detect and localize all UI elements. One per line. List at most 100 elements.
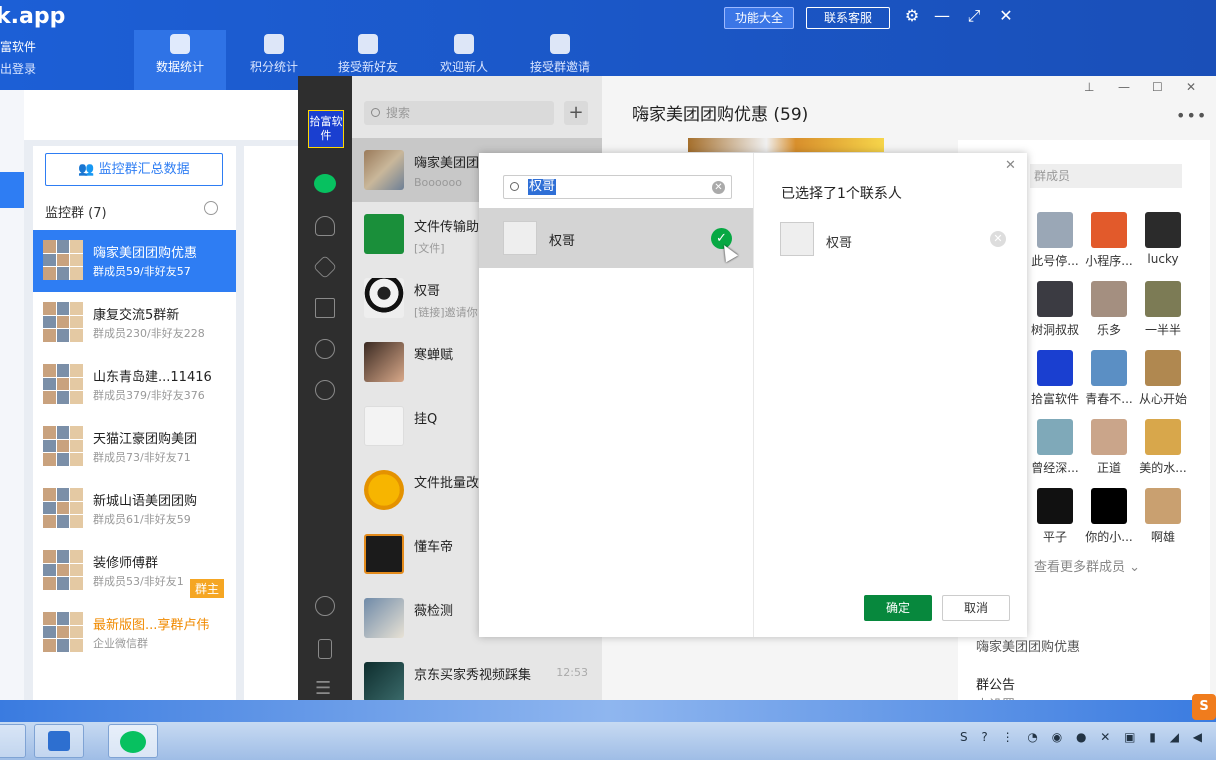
chat-avatar: [364, 662, 404, 702]
folder-icon[interactable]: [315, 298, 335, 318]
member-item[interactable]: 青春不...: [1084, 350, 1134, 407]
member-item[interactable]: 平子: [1030, 488, 1080, 545]
sogou-icon[interactable]: S: [1192, 694, 1216, 720]
member-avatar: [1145, 419, 1181, 455]
group-avatar: [43, 488, 83, 528]
member-item[interactable]: 正道: [1084, 419, 1134, 476]
logout-link[interactable]: 出登录: [0, 60, 36, 77]
mail-icon: [550, 34, 570, 54]
close-icon[interactable]: ✕: [1186, 80, 1196, 94]
cancel-button[interactable]: 取消: [942, 595, 1010, 621]
desktop-background: [0, 700, 1216, 722]
group-avatar: [43, 426, 83, 466]
monitor-group-item[interactable]: 嗨家美团团购优惠 群成员59/非好友57: [33, 230, 236, 292]
member-item[interactable]: 树洞叔叔: [1030, 281, 1080, 338]
content-panel: [244, 146, 300, 700]
contacts-icon[interactable]: [315, 216, 335, 236]
minimize-icon[interactable]: —: [1118, 80, 1130, 94]
more-members-link[interactable]: 查看更多群成员 ⌄: [1034, 556, 1140, 575]
member-item[interactable]: 从心开始: [1138, 350, 1188, 407]
group-avatar: [43, 364, 83, 404]
member-avatar: [1037, 350, 1073, 386]
member-avatar: [1145, 281, 1181, 317]
chat-avatar: [364, 278, 404, 318]
chat-search-input[interactable]: 搜索: [364, 101, 554, 125]
group-avatar: [43, 240, 83, 280]
summary-data-button[interactable]: 👥 监控群汇总数据: [45, 153, 223, 186]
owner-badge: 群主: [190, 579, 225, 598]
close-icon[interactable]: ✕: [1005, 158, 1016, 173]
member-item[interactable]: 曾经深...: [1030, 419, 1080, 476]
monitor-group-item[interactable]: 康复交流5群新 群成员230/非好友228: [33, 292, 236, 354]
confirm-button[interactable]: 确定: [864, 595, 932, 621]
maximize-icon[interactable]: ☐: [1152, 80, 1163, 94]
search-icon: [371, 108, 380, 117]
chat-avatar: [364, 150, 404, 190]
search-icon[interactable]: [204, 201, 218, 215]
chat-avatar: [364, 534, 404, 574]
member-avatar: [1145, 488, 1181, 524]
side-strip-active[interactable]: [0, 172, 24, 208]
remove-icon[interactable]: ✕: [990, 231, 1006, 247]
chat-avatar: [364, 342, 404, 382]
close-icon[interactable]: ✕: [996, 6, 1016, 25]
member-item[interactable]: 拾富软件: [1030, 350, 1080, 407]
heart-icon: [454, 34, 474, 54]
group-avatar: [43, 612, 83, 652]
member-avatar: [1145, 212, 1181, 248]
wechat-user-avatar[interactable]: 拾富软件: [308, 110, 344, 148]
add-icon[interactable]: +: [564, 101, 588, 125]
member-item[interactable]: 啊雄: [1138, 488, 1188, 545]
maximize-icon[interactable]: ⤢: [964, 6, 984, 26]
member-avatar: [1037, 281, 1073, 317]
menu-icon[interactable]: ☰: [315, 678, 331, 699]
monitor-group-item[interactable]: 山东青岛建...11416 群成员379/非好友376: [33, 354, 236, 416]
toolbar-area: [0, 90, 300, 140]
phone-icon[interactable]: [318, 639, 332, 659]
app-logo: k.app: [0, 4, 66, 29]
moments-icon[interactable]: [315, 339, 335, 359]
member-search-input[interactable]: 群成员: [1030, 164, 1182, 188]
search-result-item[interactable]: 权哥 ✓: [479, 208, 753, 268]
pin-icon[interactable]: ⊥: [1084, 80, 1094, 94]
functions-button[interactable]: 功能大全: [724, 7, 794, 29]
member-item[interactable]: 小程序...: [1084, 212, 1134, 269]
monitor-group-item[interactable]: 新城山语美团团购 群成员61/非好友59: [33, 478, 236, 540]
more-icon[interactable]: •••: [1176, 106, 1207, 125]
contact-search-input[interactable]: 权哥 ✕: [503, 175, 732, 199]
taskbar-wechat-button[interactable]: [108, 724, 158, 758]
member-item[interactable]: lucky: [1138, 212, 1188, 266]
aperture-icon[interactable]: [315, 380, 335, 400]
settings-icon[interactable]: ⚙: [902, 6, 922, 25]
member-avatar: [1091, 488, 1127, 524]
member-avatar: [1037, 488, 1073, 524]
system-tray[interactable]: S ? ⋮ ◔ ◉ ● ✕ ▣ ▮ ◢ ◀: [960, 730, 1207, 744]
group-avatar: [43, 550, 83, 590]
member-item[interactable]: 此号停...: [1030, 212, 1080, 269]
taskbar-tool-button[interactable]: [34, 724, 84, 758]
member-item[interactable]: 你的小...: [1084, 488, 1134, 545]
contact-service-button[interactable]: 联系客服: [806, 7, 890, 29]
minimize-icon[interactable]: —: [932, 6, 952, 25]
monitor-title: 监控群 (7): [45, 206, 107, 221]
nav-data-stats[interactable]: 数据统计: [134, 30, 226, 90]
group-avatar: [43, 302, 83, 342]
notice-title: 群公告: [976, 678, 1016, 693]
member-item[interactable]: 乐多: [1084, 281, 1134, 338]
chat-avatar: [364, 598, 404, 638]
miniprogram-icon[interactable]: [315, 596, 335, 616]
clear-icon[interactable]: ✕: [712, 181, 725, 194]
member-item[interactable]: 一半半: [1138, 281, 1188, 338]
group-name-value[interactable]: 嗨家美团团购优惠: [976, 636, 1080, 655]
chat-avatar: [364, 406, 404, 446]
wechat-icon: [120, 731, 146, 753]
member-item[interactable]: 美的水...: [1138, 419, 1188, 476]
shared-image[interactable]: [688, 138, 884, 152]
wrench-icon: [48, 731, 70, 751]
database-icon: [264, 34, 284, 54]
monitor-group-item[interactable]: 最新版图...享群卢伟 企业微信群: [33, 602, 236, 664]
chat-icon[interactable]: [314, 174, 336, 193]
member-avatar: [1145, 350, 1181, 386]
monitor-group-item[interactable]: 天猫江豪团购美团 群成员73/非好友71: [33, 416, 236, 478]
taskbar-app-button[interactable]: [0, 724, 26, 758]
